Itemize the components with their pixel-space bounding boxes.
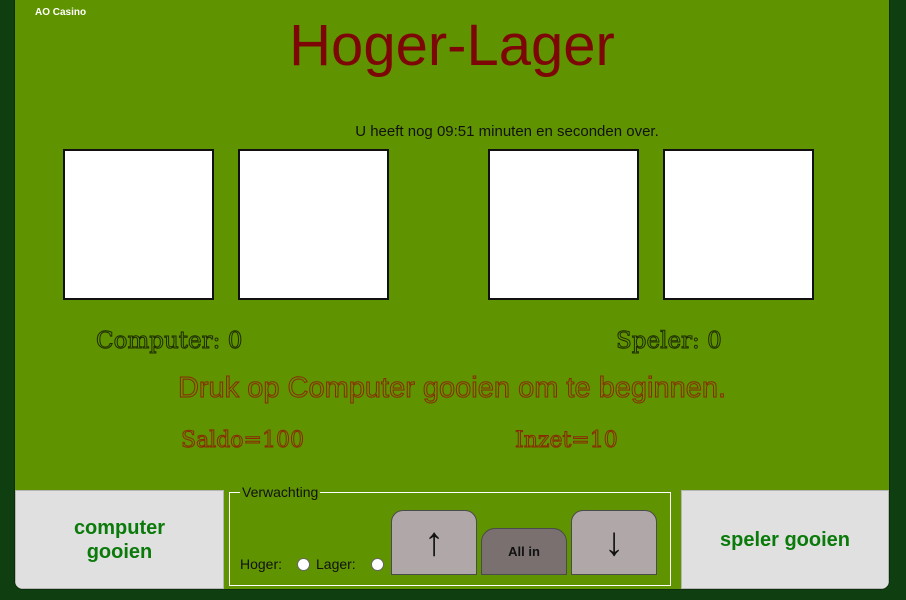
all-in-button[interactable]: All in bbox=[481, 528, 567, 575]
player-card-2 bbox=[663, 149, 814, 300]
lower-arrow-button[interactable]: ↓ bbox=[571, 510, 657, 575]
expectation-panel: Verwachting Hoger: Lager: ↑ All in ↓ bbox=[229, 484, 671, 586]
arrow-up-icon: ↑ bbox=[424, 520, 444, 564]
computer-card-1 bbox=[63, 149, 214, 300]
expectation-legend: Verwachting bbox=[242, 484, 319, 500]
page-title: Hoger-Lager bbox=[289, 13, 615, 78]
arrow-down-icon: ↓ bbox=[604, 520, 624, 564]
player-roll-label: speler gooien bbox=[719, 528, 851, 551]
player-card-1 bbox=[488, 149, 639, 300]
lower-label: Lager: bbox=[316, 556, 356, 572]
all-in-label: All in bbox=[508, 544, 540, 559]
higher-radio[interactable] bbox=[297, 558, 310, 571]
higher-arrow-button[interactable]: ↑ bbox=[391, 510, 477, 575]
player-roll-button[interactable]: speler gooien bbox=[681, 490, 889, 589]
computer-roll-button[interactable]: computer gooien bbox=[15, 490, 224, 589]
computer-card-2 bbox=[238, 149, 389, 300]
status-message: Druk op Computer gooien om te beginnen. bbox=[177, 372, 727, 405]
computer-roll-line-2: gooien bbox=[86, 540, 153, 563]
computer-roll-line-1: computer bbox=[73, 516, 166, 539]
computer-roll-label: computer gooien bbox=[74, 516, 165, 564]
timer-value: U heeft nog 09:51 minuten en seconden ov… bbox=[355, 123, 659, 140]
higher-label: Hoger: bbox=[240, 556, 283, 572]
bet-text: Inzet=10 bbox=[515, 428, 619, 454]
lower-radio[interactable] bbox=[371, 558, 384, 571]
game-board: AO Casino Hoger-Lager U heeft nog 09:51 … bbox=[15, 0, 889, 589]
balance-text: Saldo=100 bbox=[181, 428, 305, 454]
computer-score: Computer: 0 bbox=[95, 328, 243, 355]
timer-text: U heeft nog 09:51 minuten en seconden ov… bbox=[15, 123, 889, 140]
player-score: Speler: 0 bbox=[616, 328, 723, 355]
